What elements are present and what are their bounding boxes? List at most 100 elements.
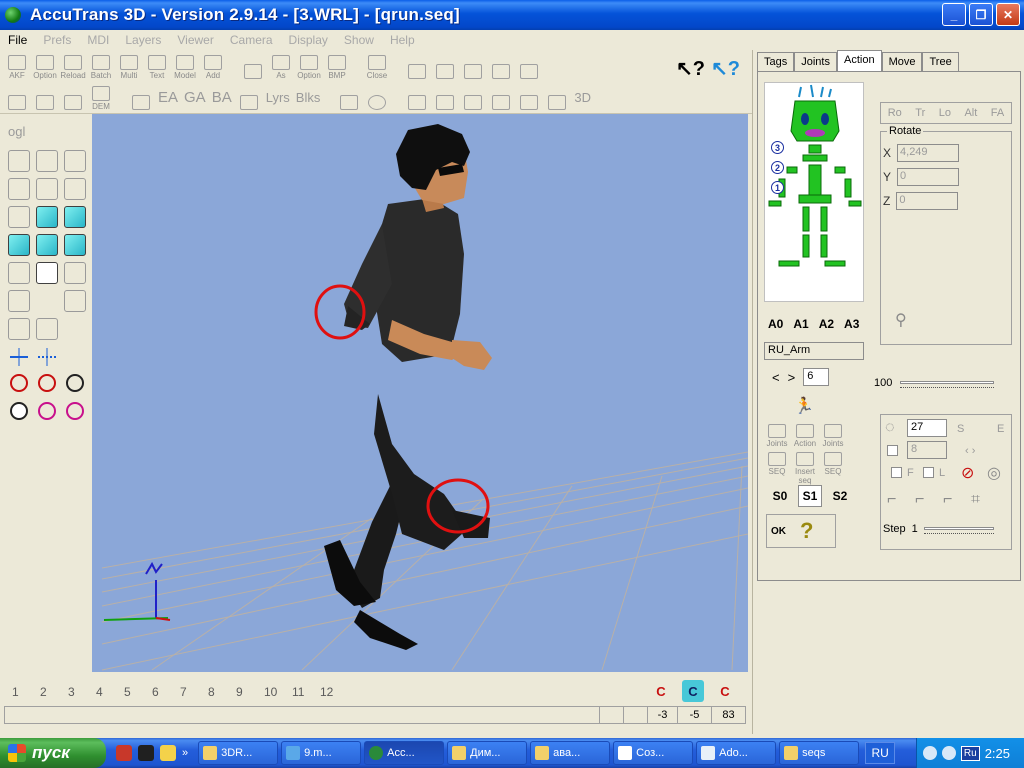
cube-left-icon[interactable] [8, 234, 30, 256]
frame-checkbox[interactable] [887, 445, 898, 456]
frame-2[interactable]: 2 [40, 685, 68, 699]
frame-prev-next[interactable]: ‹ › [965, 445, 975, 457]
insert-seq-button[interactable]: Insert seq [792, 452, 818, 485]
save-as-button[interactable]: As [268, 52, 294, 80]
close-button[interactable]: ✕ [996, 3, 1020, 26]
tab-move[interactable]: Move [881, 52, 923, 73]
view-user2-tool[interactable] [64, 262, 86, 284]
cylinder-button[interactable] [488, 83, 514, 111]
mode-tr[interactable]: Tr [915, 107, 925, 119]
ba-button[interactable]: BA [210, 83, 234, 111]
frame-12[interactable]: 12 [320, 685, 348, 699]
rotate-v-tool[interactable] [36, 150, 58, 172]
frame-count-field[interactable]: 27 [907, 419, 947, 437]
walk-icon[interactable]: ◎ [987, 463, 1001, 483]
walk-figure-icon[interactable]: 🏃 [794, 396, 814, 416]
boxes-button[interactable] [336, 83, 362, 111]
export-button[interactable] [544, 83, 570, 111]
frame-7[interactable]: 7 [180, 685, 208, 699]
axis-z-icon[interactable] [36, 346, 58, 368]
sub-frame-field[interactable]: 8 [907, 441, 947, 459]
task-3dr[interactable]: 3DR... [198, 741, 279, 765]
clock[interactable]: 2:25 [985, 746, 1010, 761]
menu-mdi[interactable]: MDI [79, 33, 117, 47]
frame-6[interactable]: 6 [152, 685, 180, 699]
language-indicator[interactable]: RU [865, 742, 896, 764]
disks-button[interactable] [460, 83, 486, 111]
camera-rotate-icon[interactable]: C [650, 680, 672, 702]
start-button[interactable]: пуск [0, 738, 106, 768]
cube-right-icon[interactable] [36, 234, 58, 256]
no-button[interactable] [364, 83, 390, 111]
ik-tool-1-icon[interactable]: ⌐ [887, 491, 896, 509]
torus-button[interactable] [516, 83, 542, 111]
bbox-button[interactable] [460, 52, 486, 80]
rotate-z-field[interactable]: 0 [896, 192, 959, 210]
select-tool[interactable] [8, 290, 30, 312]
whats-this-icon[interactable]: ↖? [711, 56, 740, 81]
menu-file[interactable]: File [0, 33, 35, 47]
joint-index-field[interactable]: 6 [803, 368, 830, 386]
open-option-button[interactable]: Option [32, 52, 58, 80]
blks-button[interactable]: Blks [294, 83, 323, 111]
scale-button[interactable] [488, 52, 514, 80]
action-slot-a1[interactable]: A1 [793, 317, 808, 331]
batch-button[interactable]: Batch [88, 52, 114, 80]
save-seq-button[interactable]: SEQ [820, 452, 846, 476]
zoom-all-icon[interactable] [66, 402, 84, 420]
restore-button[interactable]: ❐ [969, 3, 993, 26]
help-button[interactable]: ? [800, 518, 813, 544]
save-joints-button[interactable]: Joints [820, 424, 846, 448]
quick-app-1-icon[interactable] [116, 745, 132, 761]
3d-viewport[interactable] [92, 114, 748, 672]
task-9m[interactable]: 9.m... [281, 741, 362, 765]
rotate-x-field[interactable]: 4,249 [897, 144, 960, 162]
view-user1-tool[interactable] [8, 262, 30, 284]
task-adobe[interactable]: Ado... [696, 741, 777, 765]
frame-tool[interactable] [64, 290, 86, 312]
mesh-button[interactable] [404, 83, 430, 111]
dem-button[interactable]: DEM [88, 83, 114, 111]
save-option-button[interactable]: Option [296, 52, 322, 80]
tray-volume-icon[interactable] [922, 746, 937, 760]
save-button[interactable] [240, 52, 266, 80]
quick-more-icon[interactable]: » [182, 747, 188, 759]
quick-app-3-icon[interactable] [160, 745, 176, 761]
ik-tool-4-icon[interactable]: ⌗ [971, 491, 980, 509]
rotate-w-tool[interactable] [64, 150, 86, 172]
zoom-out-icon[interactable] [38, 374, 56, 392]
tab-action[interactable]: Action [837, 50, 882, 71]
menu-display[interactable]: Display [281, 33, 336, 47]
camera-move-icon[interactable]: C [714, 680, 736, 702]
app-icon[interactable] [5, 7, 21, 23]
open-akf-button[interactable]: AKF [4, 52, 30, 80]
frame-9[interactable]: 9 [236, 685, 264, 699]
rotate-button[interactable] [432, 52, 458, 80]
reload-button[interactable]: Reload [60, 52, 86, 80]
tab-tags[interactable]: Tags [757, 52, 795, 73]
frame-8[interactable]: 8 [208, 685, 236, 699]
transform-button[interactable] [404, 52, 430, 80]
zoom-select-icon[interactable] [10, 402, 28, 420]
cube-front-icon[interactable] [36, 206, 58, 228]
add-button[interactable]: Add [200, 52, 226, 80]
cube-wire-icon[interactable] [36, 262, 58, 284]
task-soz[interactable]: Соз... [613, 741, 694, 765]
tray-network-icon[interactable] [941, 746, 956, 760]
close-file-button[interactable]: Close [364, 52, 390, 80]
menu-show[interactable]: Show [336, 33, 382, 47]
ea-button[interactable]: EA [156, 83, 180, 111]
tray-language-icon[interactable]: Ru [960, 745, 980, 761]
context-help-icon[interactable]: ↖? [676, 56, 705, 81]
mode-lo[interactable]: Lo [939, 107, 951, 119]
frame-10[interactable]: 10 [264, 685, 292, 699]
ga-button[interactable]: GA [182, 83, 208, 111]
model-button[interactable]: Model [172, 52, 198, 80]
ok-button[interactable]: OK [771, 526, 786, 537]
l-checkbox[interactable] [923, 467, 934, 478]
quick-app-2-icon[interactable] [138, 745, 154, 761]
task-dim[interactable]: Дим... [447, 741, 528, 765]
seq-slot-s1[interactable]: S1 [798, 485, 822, 507]
menu-camera[interactable]: Camera [222, 33, 281, 47]
save-bmp-button[interactable]: BMP [324, 52, 350, 80]
